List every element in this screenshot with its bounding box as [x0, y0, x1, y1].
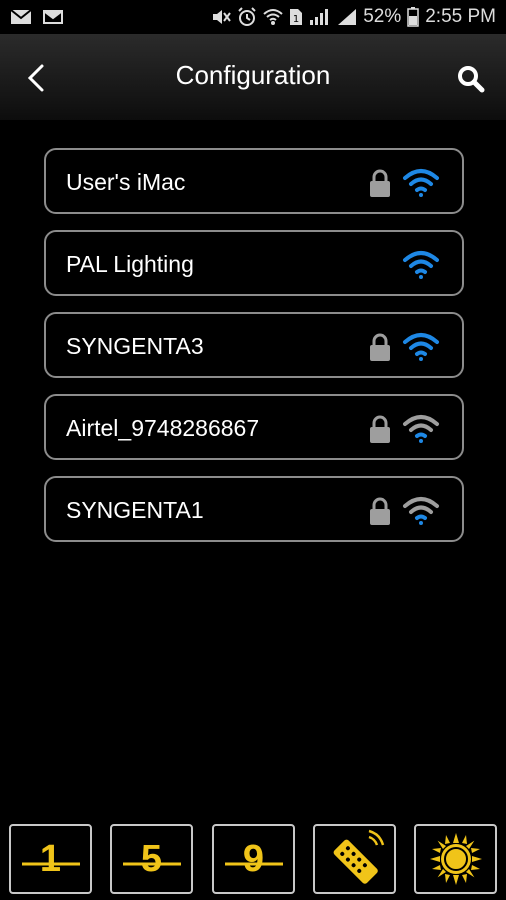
battery-icon [407, 7, 419, 27]
message-icon [10, 9, 32, 25]
lock-icon [368, 496, 392, 526]
preset-9-label: 9 [242, 838, 265, 880]
signal-2-icon [337, 8, 357, 26]
remote-control-icon [333, 829, 384, 884]
email-icon [42, 9, 64, 25]
signal-icon [309, 8, 331, 26]
battery-percent: 52% [363, 6, 402, 27]
network-name: Airtel_9748286867 [66, 415, 260, 441]
status-right: 1 52% 2:55 PM [211, 6, 496, 28]
lock-icon [368, 414, 392, 444]
page-title: Configuration [175, 60, 331, 90]
network-list: User's iMac PAL Lighting SYNGENTA3 Airte… [44, 148, 464, 558]
wifi-signal-icon [402, 332, 440, 362]
mute-icon [211, 8, 232, 26]
sun-button[interactable] [414, 824, 497, 894]
network-name: User's iMac [66, 169, 186, 195]
network-name: SYNGENTA1 [66, 497, 204, 523]
preset-5-button[interactable]: 5 [110, 824, 193, 894]
wifi-signal-icon [402, 496, 440, 526]
network-name: PAL Lighting [66, 251, 194, 277]
network-row[interactable]: PAL Lighting [44, 230, 464, 296]
search-button[interactable] [456, 64, 486, 94]
network-name: SYNGENTA3 [66, 333, 204, 359]
svg-text:1: 1 [293, 14, 299, 25]
preset-1-button[interactable]: 1 [9, 824, 92, 894]
wifi-signal-icon [402, 250, 440, 280]
network-row[interactable]: Airtel_9748286867 [44, 394, 464, 460]
alarm-icon [237, 7, 257, 27]
lock-icon [368, 332, 392, 362]
clock: 2:55 PM [425, 6, 496, 27]
network-row[interactable]: SYNGENTA3 [44, 312, 464, 378]
sim-icon: 1 [289, 8, 303, 26]
preset-9-button[interactable]: 9 [212, 824, 295, 894]
status-bar: 1 52% 2:55 PM [0, 0, 506, 34]
preset-5-label: 5 [140, 838, 163, 880]
bottom-toolbar: 1 5 9 [0, 820, 506, 900]
network-row[interactable]: SYNGENTA1 [44, 476, 464, 542]
status-left [10, 9, 64, 25]
sun-icon [429, 833, 482, 885]
search-icon [458, 66, 485, 93]
lock-icon [368, 168, 392, 198]
network-row[interactable]: User's iMac [44, 148, 464, 214]
wifi-signal-icon [402, 168, 440, 198]
wifi-signal-icon [402, 414, 440, 444]
wifi-status-icon [263, 8, 283, 26]
app-header: Configuration [0, 34, 506, 120]
remote-control-button[interactable] [313, 824, 396, 894]
preset-1-label: 1 [39, 838, 62, 880]
